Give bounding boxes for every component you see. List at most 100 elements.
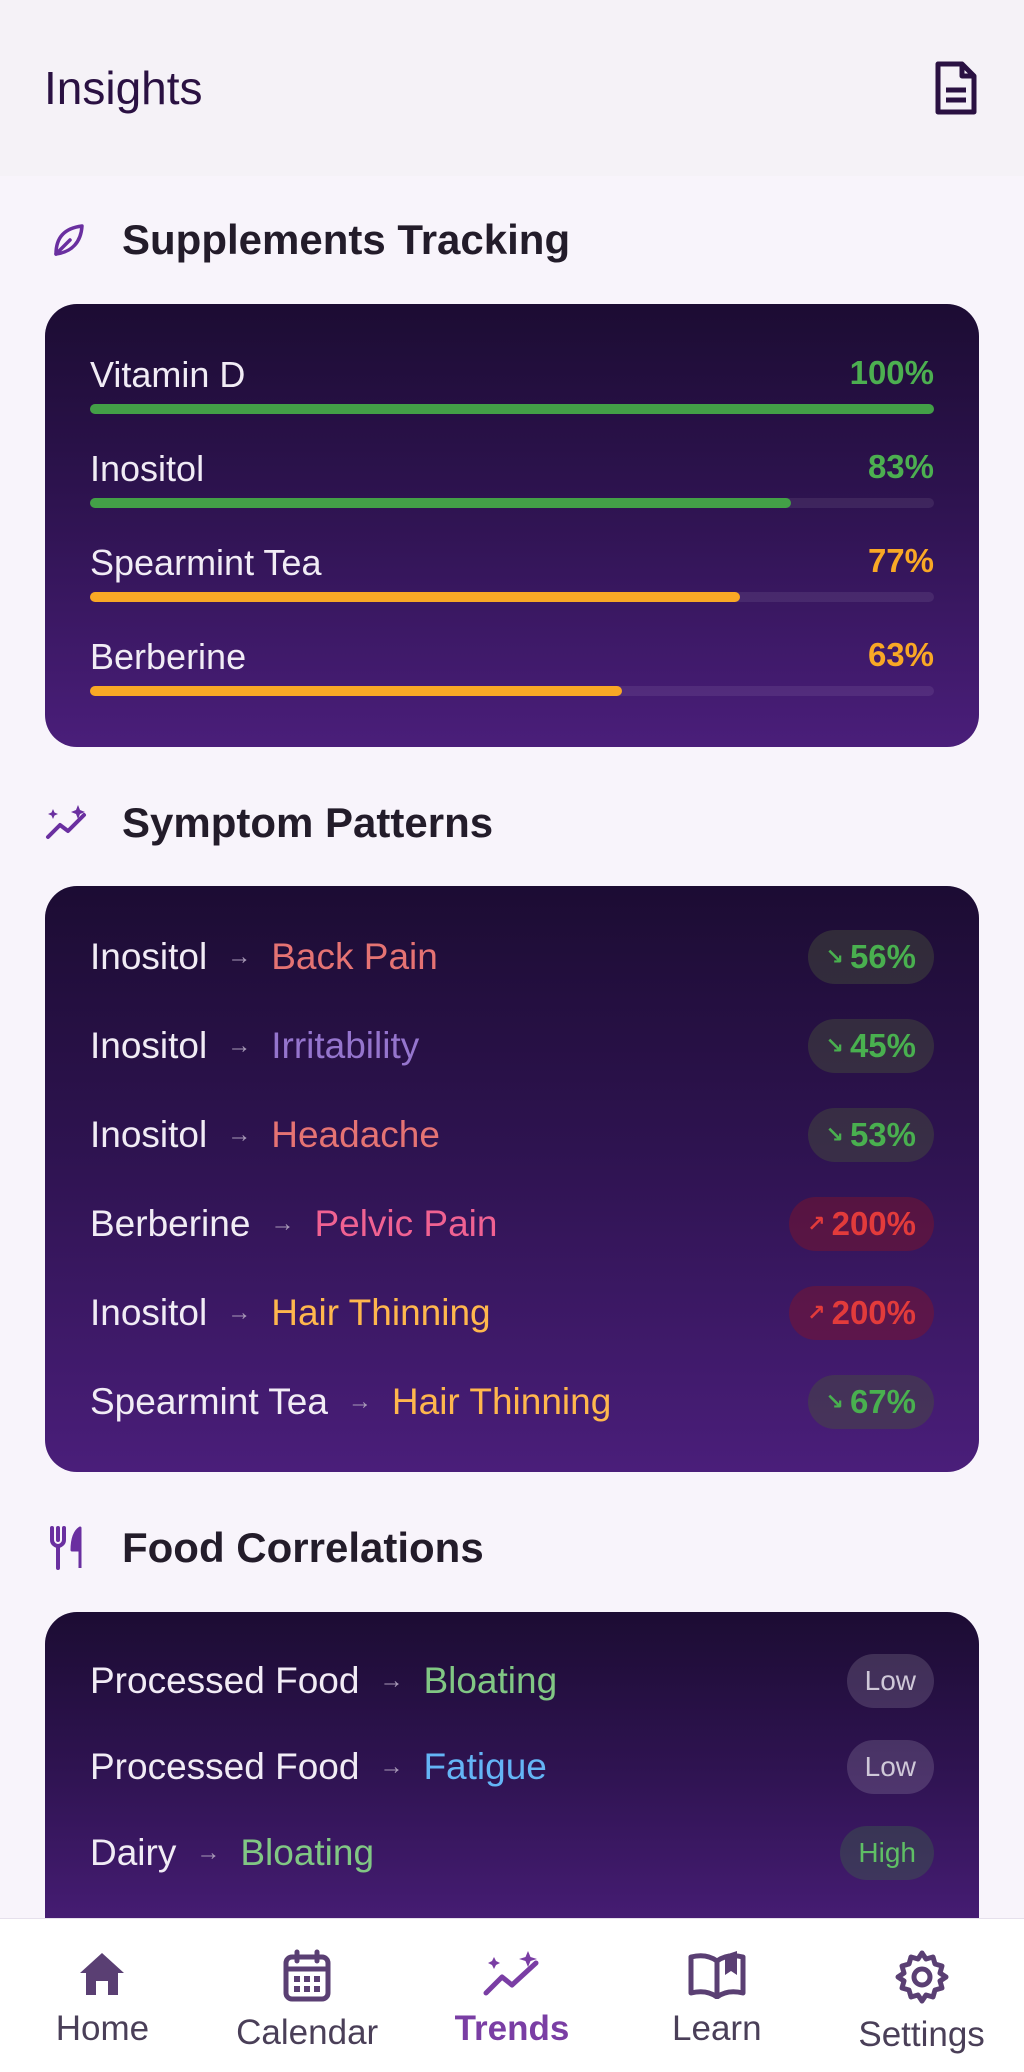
arrow-right-icon: → (347, 1387, 372, 1415)
supplement-row[interactable]: Berberine 63% (90, 612, 934, 706)
nav-item-home[interactable]: Home (7, 1919, 197, 2049)
supplements-section-title: Supplements Tracking (44, 216, 570, 264)
trend-up-icon: ↗ (807, 1299, 826, 1325)
trend-up-icon: ↗ (807, 1210, 826, 1236)
nav-item-trends[interactable]: Trends (417, 1919, 607, 2049)
change-badge: ↗ 200% (789, 1285, 934, 1340)
supplement-row[interactable]: Inositol 83% (90, 424, 934, 518)
pattern-symptom: Back Pain (271, 935, 438, 977)
change-value: 200% (831, 1204, 916, 1242)
bottom-nav: Home Calendar Trends Learn Settings (0, 1918, 1024, 2072)
section-label: Supplements Tracking (122, 216, 571, 263)
progress-track (90, 404, 934, 414)
nav-label: Trends (454, 2009, 570, 2048)
change-badge: ↘ 45% (807, 1018, 934, 1073)
supplement-row[interactable]: Vitamin D 100% (90, 330, 934, 424)
pattern-pair: Inositol → Back Pain (90, 936, 438, 978)
document-icon[interactable] (932, 60, 980, 116)
supplement-percent: 63% (867, 636, 934, 673)
pattern-symptom: Headache (271, 1113, 440, 1155)
food-row[interactable]: Dairy → Bloating High (90, 1810, 934, 1896)
nav-item-settings[interactable]: Settings (827, 1919, 1017, 2055)
pattern-row[interactable]: Berberine → Pelvic Pain ↗ 200% (90, 1179, 934, 1268)
food-symptom: Bloating (423, 1660, 558, 1701)
app-header: Insights (0, 0, 1024, 176)
food-section-title: Food Correlations (44, 1524, 484, 1572)
page-title: Insights (44, 62, 203, 114)
home-icon (76, 1949, 128, 1999)
pattern-pair: Inositol → Irritability (90, 1025, 419, 1067)
pattern-row[interactable]: Inositol → Hair Thinning ↗ 200% (90, 1268, 934, 1357)
pattern-symptom: Hair Thinning (271, 1291, 491, 1333)
supplement-name: Spearmint Tea (90, 542, 322, 583)
correlation-level-badge: High (840, 1826, 934, 1880)
progress-fill (90, 404, 934, 414)
pattern-symptom: Hair Thinning (391, 1380, 612, 1422)
change-value: 45% (849, 1026, 916, 1064)
supplement-name: Vitamin D (90, 354, 246, 395)
pattern-supplement: Inositol (90, 1024, 208, 1066)
change-value: 67% (849, 1382, 916, 1420)
nav-item-calendar[interactable]: Calendar (212, 1919, 402, 2053)
supplements-card: Vitamin D 100% Inositol 83% Spearmint Tea 77%… (45, 304, 979, 747)
arrow-right-icon: → (227, 1120, 252, 1148)
fork-knife-icon (44, 1524, 92, 1572)
calendar-icon (281, 1949, 333, 2003)
correlation-level-badge: Low (846, 1740, 934, 1794)
change-value: 56% (849, 937, 916, 975)
nav-label: Calendar (236, 2013, 379, 2052)
sparkle-trend-icon (44, 799, 92, 847)
arrow-right-icon: → (270, 1209, 295, 1237)
pattern-supplement: Inositol (90, 1291, 208, 1333)
progress-fill (90, 592, 740, 602)
progress-fill (90, 686, 622, 696)
pattern-symptom: Pelvic Pain (314, 1202, 498, 1244)
arrow-right-icon: → (227, 1298, 252, 1326)
pattern-row[interactable]: Inositol → Back Pain ↘ 56% (90, 912, 934, 1001)
trend-down-icon: ↘ (825, 1121, 844, 1147)
pattern-supplement: Inositol (90, 1113, 208, 1155)
nav-label: Settings (858, 2015, 985, 2054)
arrow-right-icon: → (227, 1031, 252, 1059)
patterns-section-title: Symptom Patterns (44, 799, 493, 847)
food-symptom: Bloating (240, 1832, 375, 1873)
food-row[interactable]: Processed Food → Fatigue Low (90, 1724, 934, 1810)
nav-item-learn[interactable]: Learn (622, 1919, 812, 2049)
food-name: Processed Food (90, 1660, 360, 1701)
arrow-right-icon: → (227, 942, 252, 970)
pattern-pair: Spearmint Tea → Hair Thinning (90, 1381, 611, 1423)
section-label: Symptom Patterns (122, 799, 494, 846)
book-icon (685, 1949, 749, 1999)
leaf-icon (44, 216, 92, 264)
arrow-right-icon: → (379, 1753, 404, 1780)
supplement-row[interactable]: Spearmint Tea 77% (90, 518, 934, 612)
food-card: Processed Food → Bloating Low Processed Food… (45, 1612, 979, 1952)
change-value: 200% (831, 1293, 916, 1331)
supplement-name: Inositol (90, 448, 205, 489)
change-badge: ↘ 53% (807, 1107, 934, 1162)
supplement-percent: 77% (867, 542, 934, 579)
supplement-percent: 100% (849, 354, 934, 391)
nav-label: Learn (672, 2009, 762, 2048)
pattern-supplement: Spearmint Tea (90, 1380, 328, 1422)
food-row[interactable]: Processed Food → Bloating Low (90, 1638, 934, 1724)
change-value: 53% (849, 1115, 916, 1153)
progress-fill (90, 498, 791, 508)
progress-track (90, 592, 934, 602)
pattern-supplement: Inositol (90, 935, 208, 977)
supplement-name: Berberine (90, 636, 247, 677)
correlation-level-badge: Low (846, 1654, 934, 1708)
pattern-row[interactable]: Spearmint Tea → Hair Thinning ↘ 67% (90, 1357, 934, 1446)
trend-down-icon: ↘ (825, 1032, 844, 1058)
progress-track (90, 686, 934, 696)
change-badge: ↘ 56% (807, 929, 934, 984)
supplement-percent: 83% (867, 448, 934, 485)
food-pair: Dairy → Bloating (90, 1832, 374, 1874)
change-badge: ↘ 67% (807, 1374, 934, 1429)
pattern-row[interactable]: Inositol → Irritability ↘ 45% (90, 1001, 934, 1090)
pattern-row[interactable]: Inositol → Headache ↘ 53% (90, 1090, 934, 1179)
arrow-right-icon: → (196, 1839, 221, 1866)
section-label: Food Correlations (122, 1524, 484, 1571)
patterns-card: Inositol → Back Pain ↘ 56% Inositol → Irritabil… (45, 886, 979, 1472)
food-name: Processed Food (90, 1746, 360, 1787)
